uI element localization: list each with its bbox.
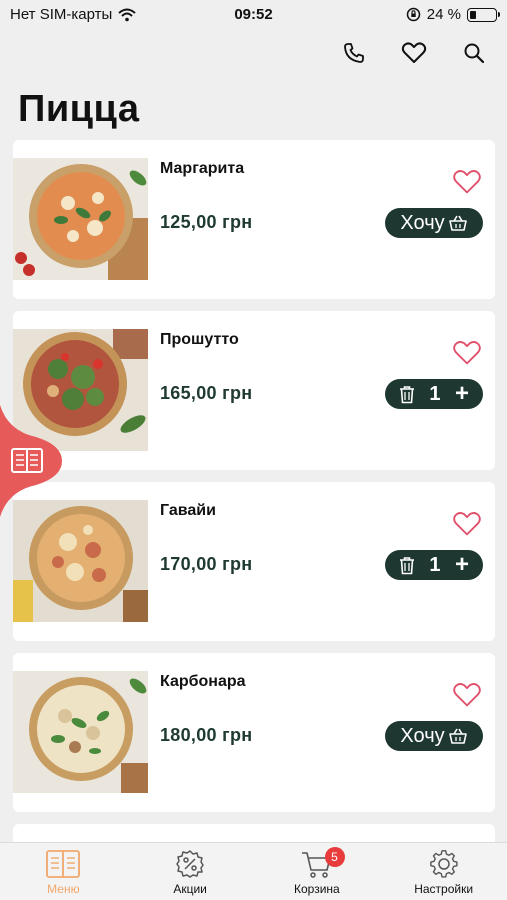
nav-item-settings[interactable]: Настройки [380,843,507,900]
product-name: Гавайи [160,502,216,519]
orientation-lock-icon [406,7,421,22]
search-icon[interactable] [459,38,489,68]
product-image[interactable] [13,500,148,622]
status-bar: Нет SIM-карты 09:52 24 % [0,0,507,30]
favorite-heart-icon[interactable] [452,168,482,196]
discount-gear-icon [176,850,204,878]
want-label: Хочу [400,724,445,747]
basket-icon [448,728,467,744]
battery-percent: 24 % [426,6,461,23]
heart-icon[interactable] [399,38,429,68]
product-price: 125,00 грн [160,212,253,232]
basket-icon [448,215,467,231]
product-card[interactable]: Гавайи 170,00 грн 1 + [13,482,495,641]
battery-icon [467,7,500,22]
quantity-stepper[interactable]: 1 + [385,550,483,580]
product-name: Маргарита [160,160,245,177]
phone-icon[interactable] [339,38,369,68]
status-right: 24 % [406,6,500,23]
product-name: Карбонара [160,673,246,690]
want-label: Хочу [400,211,445,234]
increment-button[interactable]: + [455,382,469,406]
product-image[interactable] [13,671,148,793]
product-price: 170,00 грн [160,554,253,574]
increment-button[interactable]: + [455,553,469,577]
product-card[interactable]: Прошутто 165,00 грн 1 + [13,311,495,470]
nav-label: Настройки [414,882,474,896]
settings-gear-icon [429,850,458,878]
nav-item-cart[interactable]: 5 Корзина [254,843,381,900]
nav-item-promotions[interactable]: Акции [127,843,254,900]
cart-badge: 5 [324,847,345,867]
product-list: Маргарита 125,00 грн Хочу Прошутто 165,0… [13,140,495,824]
favorite-heart-icon[interactable] [452,510,482,538]
menu-book-icon [46,850,81,878]
favorite-heart-icon[interactable] [452,339,482,367]
header-actions [339,38,489,68]
product-price: 180,00 грн [160,725,253,745]
nav-label: Меню [47,882,80,896]
product-price: 165,00 грн [160,383,253,403]
page-title: Пицца [18,88,140,130]
nav-label: Корзина [294,882,340,896]
battery-level [470,10,476,19]
trash-icon[interactable] [399,556,415,575]
bottom-nav: Меню Акции 5 Корзина Настройки [0,842,507,900]
favorite-heart-icon[interactable] [452,681,482,709]
nav-item-menu[interactable]: Меню [0,843,127,900]
nav-label: Акции [173,882,207,896]
product-card[interactable]: Маргарита 125,00 грн Хочу [13,140,495,299]
want-button[interactable]: Хочу [385,721,483,751]
product-name: Прошутто [160,331,239,348]
product-image[interactable] [13,158,148,280]
quantity-value: 1 [429,382,441,405]
quantity-value: 1 [429,553,441,576]
product-card[interactable]: Карбонара 180,00 грн Хочу [13,653,495,812]
quantity-stepper[interactable]: 1 + [385,379,483,409]
trash-icon[interactable] [399,385,415,404]
side-menu-tab[interactable] [0,405,62,517]
want-button[interactable]: Хочу [385,208,483,238]
